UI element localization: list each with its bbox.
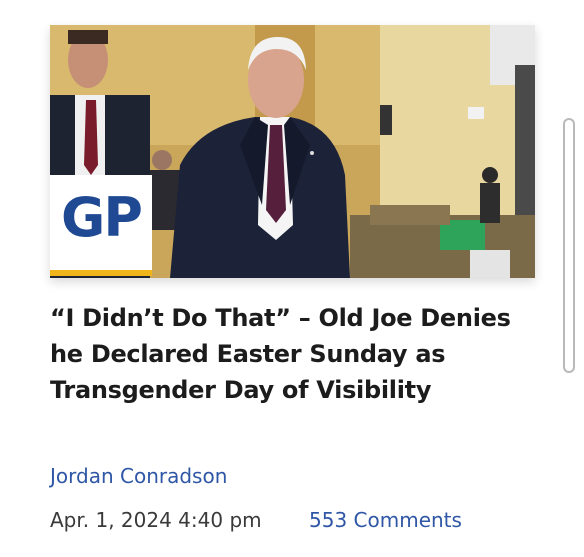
- author-link[interactable]: Jordan Conradson: [50, 464, 227, 488]
- gp-logo: GP: [50, 175, 152, 276]
- article-date: Apr. 1, 2024 4:40 pm: [50, 508, 262, 532]
- gp-logo-text: GP: [61, 186, 143, 249]
- article-headline[interactable]: “I Didn’t Do That” – Old Joe Denies he D…: [50, 300, 550, 408]
- scrollbar[interactable]: [563, 118, 575, 373]
- article-card: GP “I Didn’t Do That” – Old Joe Denies h…: [0, 0, 584, 557]
- article-thumbnail[interactable]: GP: [50, 25, 535, 278]
- comments-link[interactable]: 553 Comments: [309, 508, 462, 532]
